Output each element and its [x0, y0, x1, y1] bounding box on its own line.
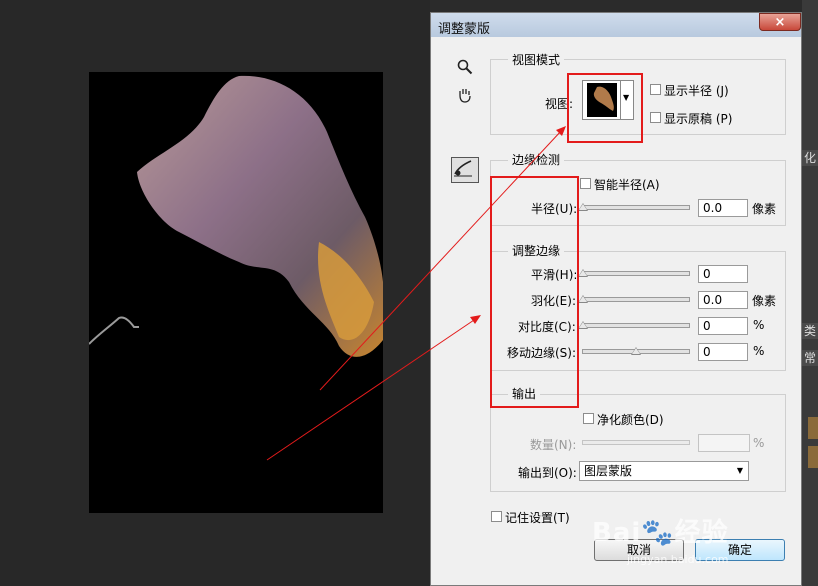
watermark-brand2: 经验: [674, 518, 729, 548]
baidu-watermark: Bai🐾经验: [592, 512, 729, 549]
watermark-brand: Bai: [592, 518, 642, 548]
annotation-arrows: [266, 126, 566, 461]
paw-icon: 🐾: [641, 518, 675, 548]
watermark-url: jingyan.baidu.com: [627, 553, 729, 566]
